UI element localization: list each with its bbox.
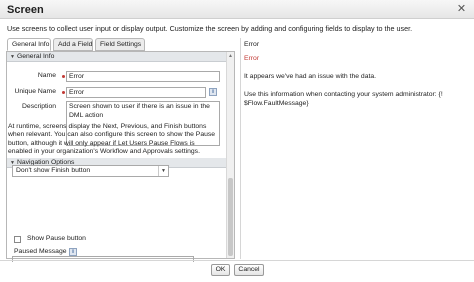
- finish-button-select[interactable]: Don't show Finish button ▼: [12, 165, 169, 177]
- preview-error-heading: Error: [244, 55, 260, 62]
- chevron-down-icon: ▼: [158, 166, 168, 176]
- ok-button[interactable]: OK: [211, 264, 230, 276]
- scrollbar-thumb[interactable]: [228, 178, 233, 256]
- paused-message-input[interactable]: [12, 256, 194, 262]
- show-pause-label: Show Pause button: [27, 235, 86, 242]
- footer-divider: [0, 260, 474, 261]
- finish-select-value: Don't show Finish button: [16, 167, 91, 174]
- unique-name-label: Unique Name: [14, 88, 56, 95]
- navigation-description: At runtime, screens display the Next, Pr…: [8, 123, 216, 156]
- dialog-title: Screen: [7, 4, 44, 16]
- show-pause-checkbox[interactable]: [14, 236, 21, 243]
- preview-contact-line: Use this information when contacting you…: [244, 91, 443, 98]
- tab-field-settings[interactable]: Field Settings: [95, 38, 145, 51]
- close-icon[interactable]: ✕: [455, 3, 468, 16]
- dialog-titlebar: Screen ✕: [0, 0, 474, 19]
- tab-general-info[interactable]: General Info: [7, 38, 51, 51]
- intro-text: Use screens to collect user input or dis…: [7, 24, 413, 33]
- panel-scrollbar[interactable]: ▲: [226, 52, 234, 258]
- general-info-header-label: General Info: [16, 53, 55, 60]
- scroll-up-icon[interactable]: ▲: [228, 53, 233, 59]
- paused-message-label: Paused Message: [14, 248, 67, 255]
- required-indicator: [62, 75, 65, 78]
- name-label: Name: [37, 72, 56, 79]
- unique-name-input[interactable]: Error: [66, 87, 206, 98]
- info-icon[interactable]: i: [209, 88, 217, 96]
- preview-fault-message: $Flow.FaultMessage}: [244, 100, 309, 107]
- screen-preview: Error Error It appears we've had an issu…: [240, 38, 468, 259]
- general-info-header[interactable]: ▼ General Info: [7, 52, 227, 62]
- info-icon[interactable]: i: [69, 248, 77, 256]
- triangle-down-icon: ▼: [10, 54, 15, 60]
- preview-title: Error: [244, 41, 260, 48]
- name-input[interactable]: Error: [66, 71, 220, 82]
- description-label: Description: [22, 103, 56, 110]
- required-indicator: [62, 91, 65, 94]
- preview-message: It appears we've had an issue with the d…: [244, 73, 377, 80]
- cancel-button[interactable]: Cancel: [234, 264, 264, 276]
- tab-add-a-field[interactable]: Add a Field: [53, 38, 93, 51]
